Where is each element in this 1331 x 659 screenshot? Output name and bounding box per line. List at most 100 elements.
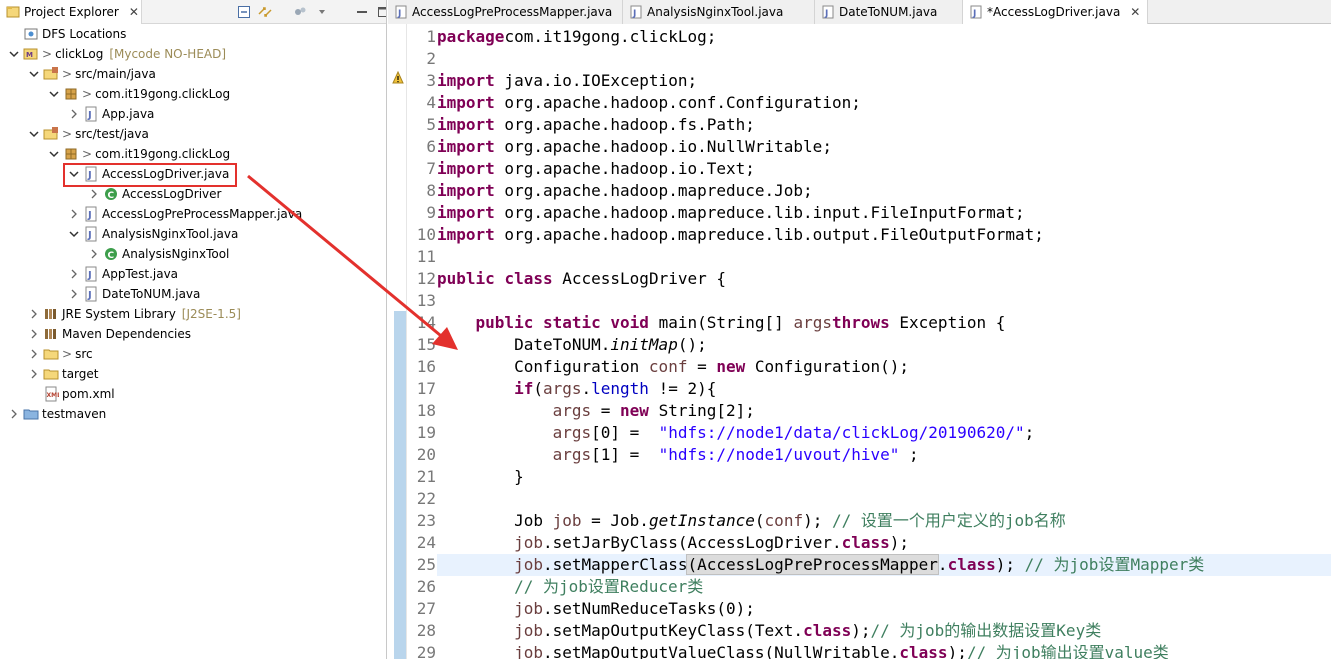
chevron-right-icon[interactable]	[28, 308, 40, 320]
tree-item[interactable]: > src/main/java	[0, 64, 386, 84]
chevron-right-icon[interactable]	[68, 268, 80, 280]
code-line[interactable]: import org.apache.hadoop.mapreduce.lib.i…	[437, 202, 1331, 224]
chevron-down-icon[interactable]	[8, 48, 20, 60]
chevron-down-icon[interactable]	[28, 128, 40, 140]
code-token: // 为job设置Mapper类	[1024, 555, 1205, 574]
chevron-down-icon[interactable]	[48, 148, 60, 160]
tree-item[interactable]: testmaven	[0, 404, 386, 424]
chevron-right-icon[interactable]	[88, 188, 100, 200]
code-token: class	[947, 555, 996, 574]
chevron-right-icon[interactable]	[88, 248, 100, 260]
svg-text:J: J	[824, 9, 828, 19]
project-explorer-view: Project Explorer ✕ DFS Locations M > cli…	[0, 0, 387, 659]
chevron-right-icon[interactable]	[68, 208, 80, 220]
collapse-all-icon[interactable]	[236, 4, 252, 20]
code-line[interactable]	[437, 488, 1331, 510]
tab-project-explorer[interactable]: Project Explorer ✕	[0, 0, 142, 24]
tree-item-label: com.it19gong.clickLog	[95, 87, 231, 101]
code-line[interactable]: import org.apache.hadoop.fs.Path;	[437, 114, 1331, 136]
editor-tab-accesslogdriver[interactable]: J *AccessLogDriver.java ✕	[963, 0, 1148, 24]
maximize-icon[interactable]	[375, 4, 386, 20]
editor-tab-analysisnginxtool[interactable]: J AnalysisNginxTool.java	[623, 0, 815, 24]
code-line[interactable]	[437, 290, 1331, 312]
code-line[interactable]: job.setMapOutputValueClass(NullWritable.…	[437, 642, 1331, 659]
code-line[interactable]	[437, 246, 1331, 268]
line-number: 13	[416, 291, 436, 310]
chevron-right-icon[interactable]	[28, 368, 40, 380]
chevron-right-icon[interactable]	[28, 348, 40, 360]
tree-item[interactable]: C AnalysisNginxTool	[0, 244, 386, 264]
code-line[interactable]: Configuration conf = new Configuration()…	[437, 356, 1331, 378]
tree-item[interactable]: J DateToNUM.java	[0, 284, 386, 304]
chevron-down-icon[interactable]	[28, 68, 40, 80]
code-line[interactable]: import org.apache.hadoop.mapreduce.Job;	[437, 180, 1331, 202]
code-line[interactable]: import org.apache.hadoop.mapreduce.lib.o…	[437, 224, 1331, 246]
code-line[interactable]: public static void main(String[] argsthr…	[437, 312, 1331, 334]
code-line[interactable]: job.setJarByClass(AccessLogDriver.class)…	[437, 532, 1331, 554]
chevron-down-icon[interactable]	[68, 228, 80, 240]
code-token: import	[437, 115, 495, 134]
close-icon[interactable]: ✕	[1130, 5, 1140, 19]
link-with-editor-icon[interactable]	[257, 4, 273, 20]
editor-tab-accesslogpreprocessmapper[interactable]: J AccessLogPreProcessMapper.java	[388, 0, 623, 24]
code-token: org.apache.hadoop.io.Text;	[494, 159, 755, 178]
tree-item[interactable]: > src	[0, 344, 386, 364]
filter-icon[interactable]	[293, 4, 309, 20]
code-token: org.apache.hadoop.mapreduce.lib.output.F…	[494, 225, 1044, 244]
chevron-down-icon[interactable]	[68, 168, 80, 180]
tree-item[interactable]: XMLpom.xml	[0, 384, 386, 404]
editor-tab-datetonum[interactable]: J DateToNUM.java	[815, 0, 963, 24]
code-line[interactable]: }	[437, 466, 1331, 488]
minimize-icon[interactable]	[354, 4, 370, 20]
code-line[interactable]: packagecom.it19gong.clickLog;	[437, 26, 1331, 48]
tree-item[interactable]: DFS Locations	[0, 24, 386, 44]
tree-item[interactable]: J AccessLogPreProcessMapper.java	[0, 204, 386, 224]
warning-icon[interactable]	[392, 71, 404, 85]
tree-item[interactable]: M > clickLog [Mycode NO-HEAD]	[0, 44, 386, 64]
line-number: 7	[426, 159, 436, 178]
svg-text:J: J	[397, 9, 401, 19]
code-line[interactable]: job.setMapOutputKeyClass(Text.class);// …	[437, 620, 1331, 642]
tree-item[interactable]: > src/test/java	[0, 124, 386, 144]
chevron-right-icon[interactable]	[28, 328, 40, 340]
code-line[interactable]: import org.apache.hadoop.conf.Configurat…	[437, 92, 1331, 114]
tree-item[interactable]: JRE System Library [J2SE-1.5]	[0, 304, 386, 324]
tree-item[interactable]: J AnalysisNginxTool.java	[0, 224, 386, 244]
close-icon[interactable]: ✕	[129, 5, 139, 19]
chevron-right-icon[interactable]	[8, 408, 20, 420]
tree-item[interactable]: target	[0, 364, 386, 384]
tree-item[interactable]: > com.it19gong.clickLog	[0, 144, 386, 164]
current-code-line[interactable]: job.setMapperClass(AccessLogPreProcessMa…	[437, 554, 1331, 576]
chevron-right-icon[interactable]	[68, 108, 80, 120]
dirty-marker: >	[42, 47, 53, 61]
code-line[interactable]: DateToNUM.initMap();	[437, 334, 1331, 356]
tree-item[interactable]: J AppTest.java	[0, 264, 386, 284]
code-line[interactable]: public class AccessLogDriver {	[437, 268, 1331, 290]
code-line[interactable]: args[0] = "hdfs://node1/data/clickLog/20…	[437, 422, 1331, 444]
view-menu-icon[interactable]	[314, 4, 330, 20]
explorer-tab-bar: Project Explorer ✕	[0, 0, 386, 24]
tree-item[interactable]: Maven Dependencies	[0, 324, 386, 344]
tree-item-label: target	[62, 367, 99, 381]
chevron-down-icon[interactable]	[48, 88, 60, 100]
code-line[interactable]: // 为job设置Reducer类	[437, 576, 1331, 598]
code-line[interactable]: args = new String[2];	[437, 400, 1331, 422]
code-line[interactable]: if(args.length != 2){	[437, 378, 1331, 400]
tree-item[interactable]: J App.java	[0, 104, 386, 124]
tree-item[interactable]: > com.it19gong.clickLog	[0, 84, 386, 104]
tree-item[interactable]: J AccessLogDriver.java	[0, 164, 386, 184]
code-line[interactable]	[437, 48, 1331, 70]
code-line[interactable]: job.setNumReduceTasks(0);	[437, 598, 1331, 620]
code-line[interactable]: Job job = Job.getInstance(conf); // 设置一个…	[437, 510, 1331, 532]
code-line[interactable]: import java.io.IOException;	[437, 70, 1331, 92]
code-line[interactable]: import org.apache.hadoop.io.NullWritable…	[437, 136, 1331, 158]
code-token: (	[754, 511, 765, 530]
code-line[interactable]: import org.apache.hadoop.io.Text;	[437, 158, 1331, 180]
code-line[interactable]: args[1] = "hdfs://node1/uvout/hive" ;	[437, 444, 1331, 466]
tree-item[interactable]: C AccessLogDriver	[0, 184, 386, 204]
code-token: String[2];	[648, 401, 755, 420]
chevron-right-icon[interactable]	[68, 288, 80, 300]
